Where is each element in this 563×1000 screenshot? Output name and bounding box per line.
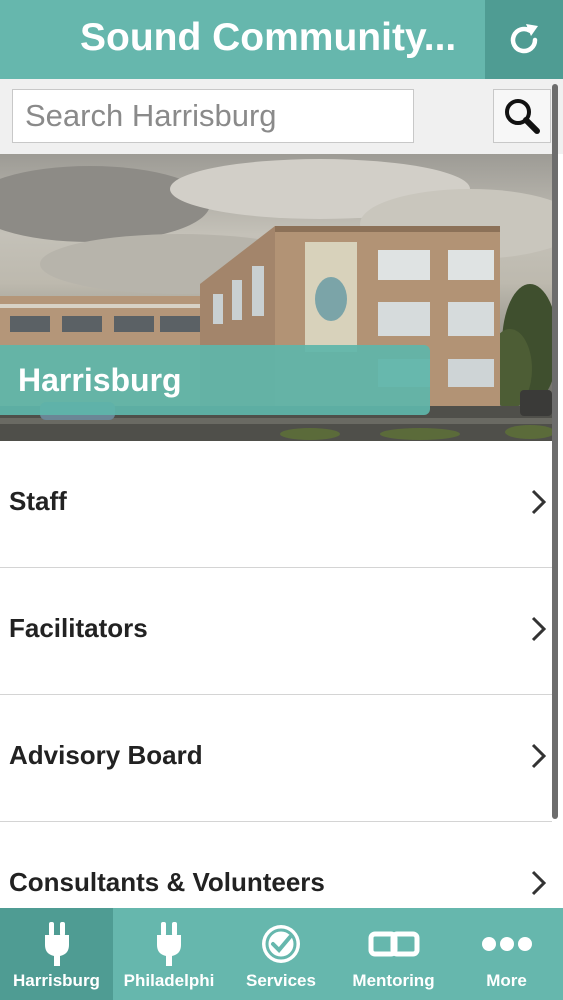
chevron-right-icon	[531, 743, 547, 769]
tab-mentoring[interactable]: Mentoring	[337, 908, 450, 1000]
app-title: Sound Community...	[80, 16, 457, 59]
tab-philadelphia[interactable]: Philadelphi	[113, 908, 225, 1000]
tab-label: Philadelphi	[123, 971, 215, 990]
chevron-right-icon	[531, 870, 547, 896]
menu-item-label: Consultants & Volunteers	[9, 867, 325, 897]
search-bar	[0, 79, 563, 154]
chevron-right-icon	[531, 489, 547, 515]
tab-harrisburg[interactable]: Harrisburg	[0, 908, 113, 1000]
tab-label: Services	[246, 971, 316, 990]
plug-icon	[157, 922, 181, 966]
menu-item-advisory-board[interactable]: Advisory Board	[0, 695, 552, 822]
menu-item-label: Staff	[9, 486, 67, 516]
menu-item-facilitators[interactable]: Facilitators	[0, 568, 552, 695]
scrollbar[interactable]	[552, 84, 558, 819]
more-dots-icon	[481, 937, 532, 951]
search-icon	[505, 99, 540, 134]
tab-label: More	[486, 971, 527, 990]
app-header: Sound Community...	[0, 0, 563, 79]
menu-item-label: Advisory Board	[9, 740, 203, 770]
tab-label: Harrisburg	[13, 971, 100, 990]
hero-title-banner: Harrisburg	[0, 345, 430, 415]
tab-bar: Harrisburg Philadelphi Services Mentorin…	[0, 908, 563, 1000]
hero-banner: Harrisburg	[0, 154, 552, 441]
menu-item-staff[interactable]: Staff	[0, 441, 552, 568]
refresh-button[interactable]	[485, 0, 563, 79]
search-button[interactable]	[493, 89, 551, 143]
refresh-icon	[510, 23, 538, 53]
badge-check-icon	[262, 925, 300, 963]
hero-title: Harrisburg	[18, 362, 182, 398]
menu-list: Staff Facilitators Advisory Board Consul…	[0, 441, 552, 949]
chain-link-icon	[368, 931, 419, 957]
tab-label: Mentoring	[352, 971, 435, 990]
plug-icon	[44, 922, 69, 966]
tab-more[interactable]: More	[450, 908, 563, 1000]
menu-item-label: Facilitators	[9, 613, 148, 643]
chevron-right-icon	[531, 616, 547, 642]
search-input[interactable]	[12, 89, 414, 143]
tab-services[interactable]: Services	[225, 908, 337, 1000]
